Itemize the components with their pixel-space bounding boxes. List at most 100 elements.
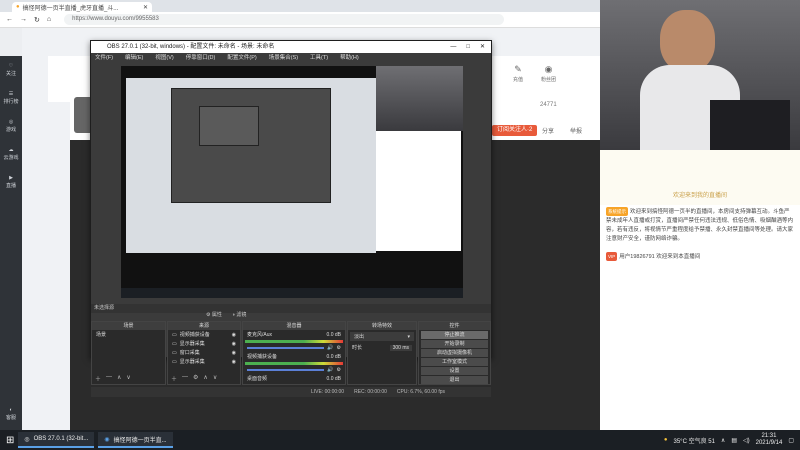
remove-icon[interactable]: — — [106, 374, 112, 383]
reload-icon[interactable]: ↻ — [34, 16, 40, 24]
menu-edit[interactable]: 编辑(E) — [125, 53, 143, 64]
cloud-icon: ☁ — [8, 147, 14, 153]
chevron-up-icon[interactable]: ∧ — [721, 437, 725, 444]
up-icon[interactable]: ∧ — [203, 374, 207, 383]
add-icon[interactable]: ＋ — [95, 374, 101, 383]
obs-icon: ◎ — [24, 436, 30, 443]
pen-icon: ✎ — [514, 64, 522, 74]
exit-button[interactable]: 退出 — [421, 376, 488, 384]
menu-help[interactable]: 帮助(H) — [340, 53, 359, 64]
gear-icon[interactable]: ⚙ — [193, 374, 198, 383]
transitions-dock: 转场特效 淡出 ▾ 时长 300 ms — [347, 321, 417, 385]
properties-button[interactable]: ⚙ 属性 — [206, 311, 222, 318]
menu-tools[interactable]: 工具(T) — [310, 53, 328, 64]
chat-message: VIP 用户19826791 欢迎来到本直播间 — [600, 250, 800, 264]
windows-start-icon[interactable]: ⊞ — [6, 435, 14, 446]
sources-dock-title: 来源 — [168, 322, 240, 330]
add-icon[interactable]: ＋ — [171, 374, 177, 383]
controls-dock-title: 控件 — [419, 322, 490, 330]
forward-icon[interactable]: → — [20, 16, 27, 23]
menu-scene-collection[interactable]: 场景集合(S) — [269, 53, 298, 64]
nested-webcam-capture — [376, 66, 463, 131]
start-recording-button[interactable]: 开始录制 — [421, 340, 488, 348]
browser-tab[interactable]: ● 搞怪阿德一页半直播_虎牙直播_斗... ✕ — [12, 2, 152, 12]
scene-item[interactable]: 场景 — [92, 330, 165, 339]
microphone — [710, 100, 790, 150]
rail-item-follow[interactable]: ♡ 关注 — [0, 56, 22, 84]
speaker-icon[interactable]: 🔊 — [327, 345, 333, 351]
mixer-dock-title: 混音器 — [243, 322, 345, 330]
eye-icon[interactable]: ◉ — [232, 359, 236, 365]
filters-button[interactable]: ◑ 滤镜 — [232, 311, 246, 318]
down-icon[interactable]: ∨ — [213, 374, 217, 383]
rail-item-cloud-games[interactable]: ☁ 云游戏 — [0, 140, 22, 168]
controls-dock: 控件 停止推流 开始录制 启动虚拟摄像机 工作室模式 设置 退出 — [418, 321, 491, 385]
gear-icon[interactable]: ⚙ — [337, 345, 341, 351]
close-icon[interactable]: ✕ — [480, 41, 485, 53]
chat-message: 系统提示 欢迎来到搞怪阿德一页半的直播间，本房间支持弹幕互动。斗鱼严禁未成年人直播… — [600, 205, 800, 246]
taskbar-item-obs[interactable]: ◎ OBS 27.0.1 (32-bit... — [18, 432, 95, 448]
follow-button[interactable]: 订阅关注人·2 — [492, 125, 538, 136]
gear-icon[interactable]: ⚙ — [337, 367, 341, 373]
nested-taskbar — [121, 288, 463, 298]
maximize-icon[interactable]: □ — [466, 41, 470, 53]
recharge-button[interactable]: ✎ 充值 — [513, 64, 523, 83]
transition-select[interactable]: 淡出 ▾ — [350, 332, 414, 341]
rail-item-games[interactable]: ◎ 游戏 — [0, 112, 22, 140]
taskbar-item-browser[interactable]: ◉ 搞怪阿德一页半直... — [98, 432, 173, 448]
menu-file[interactable]: 文件(F) — [95, 53, 113, 64]
rail-item-live[interactable]: ▶ 直播 — [0, 168, 22, 196]
source-item[interactable]: ▭ 视频捕获设备 ◉ — [168, 330, 240, 339]
list-icon: ☰ — [8, 91, 14, 97]
rail-item-rank[interactable]: ☰ 排行榜 — [0, 84, 22, 112]
obs-title-bar: OBS 27.0.1 (32-bit, windows) - 配置文件: 未命名… — [91, 41, 491, 53]
share-button[interactable]: 分享 — [542, 126, 554, 135]
source-item[interactable]: ▭ 显示器采集 ◉ — [168, 357, 240, 366]
up-icon[interactable]: ∧ — [117, 374, 121, 383]
mixer-dock: 混音器 麦克风/Aux 0.0 dB 🔊 ⚙ 视频捕获设备 0.0 dB 🔊 ⚙ 桌面音… — [242, 321, 346, 385]
eye-icon[interactable]: ◉ — [232, 341, 236, 347]
source-item[interactable]: ▭ 显示器采集 ◉ — [168, 339, 240, 348]
clock[interactable]: 21:31 2021/9/14 — [756, 433, 783, 447]
speaker-icon[interactable]: 🔊 — [327, 367, 333, 373]
network-icon[interactable]: ▤ — [731, 437, 737, 444]
home-icon[interactable]: ⌂ — [47, 16, 51, 23]
menu-profile[interactable]: 配置文件(P) — [227, 53, 256, 64]
chat-panel: 欢迎来到我的直播间 系统提示 欢迎来到搞怪阿德一页半的直播间，本房间支持弹幕互动。… — [600, 150, 800, 430]
virtual-camera-button[interactable]: 启动虚拟摄像机 — [421, 349, 488, 357]
source-item[interactable]: ▭ 窗口采集 ◉ — [168, 348, 240, 357]
studio-mode-button[interactable]: 工作室模式 — [421, 358, 488, 366]
url-input[interactable]: https://www.douyu.com/9955583 — [64, 14, 505, 25]
notification-icon[interactable]: ▢ — [788, 437, 794, 444]
close-tab-icon[interactable]: ✕ — [143, 4, 148, 11]
menu-view[interactable]: 视图(V) — [155, 53, 173, 64]
remove-icon[interactable]: — — [182, 374, 188, 383]
track-db: 0.0 dB — [326, 331, 341, 338]
down-icon[interactable]: ∨ — [126, 374, 130, 383]
eye-icon[interactable]: ◉ — [232, 350, 236, 356]
monitor-icon: ▭ — [172, 358, 177, 365]
obs-preview[interactable] — [121, 66, 463, 298]
minimize-icon[interactable]: — — [450, 41, 456, 53]
system-tray: ● 35°C 空气良 51 ∧ ▤ ◁) 21:31 2021/9/14 ▢ — [664, 433, 800, 447]
volume-icon[interactable]: ◁) — [743, 437, 750, 444]
stop-streaming-button[interactable]: 停止推流 — [421, 331, 488, 339]
volume-meter — [245, 340, 343, 343]
viewer-count: 24771 — [540, 102, 557, 108]
volume-slider[interactable] — [247, 347, 325, 349]
rail-item-service[interactable]: ◐ 客服 — [0, 400, 22, 428]
report-button[interactable]: 举报 — [570, 126, 582, 135]
weather-icon: ● — [663, 437, 668, 443]
gamepad-icon: ◎ — [8, 119, 14, 125]
edge-icon: ◉ — [104, 436, 110, 443]
duration-label: 时长 — [352, 345, 363, 351]
headset-icon: ◐ — [9, 407, 13, 413]
back-icon[interactable]: ← — [6, 16, 13, 23]
weather-text[interactable]: 35°C 空气良 51 — [674, 436, 715, 445]
settings-button[interactable]: 设置 — [421, 367, 488, 375]
menu-docks[interactable]: 停靠窗口(D) — [186, 53, 216, 64]
duration-input[interactable]: 300 ms — [389, 344, 412, 351]
fan-club-button[interactable]: ◉ 粉丝团 — [541, 64, 556, 83]
volume-slider[interactable] — [247, 369, 325, 371]
eye-icon[interactable]: ◉ — [232, 332, 236, 338]
